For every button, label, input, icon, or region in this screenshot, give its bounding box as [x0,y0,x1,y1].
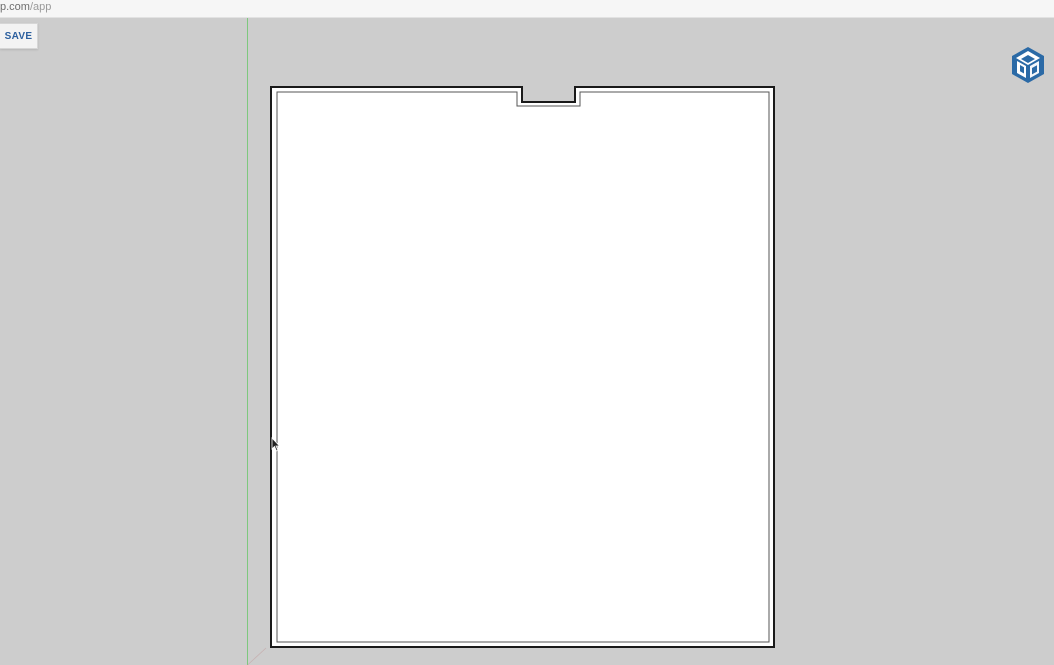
address-bar[interactable]: p.com/app ( [0,0,1054,18]
save-button[interactable]: SAVE [0,23,38,49]
url-path: /app [29,1,52,13]
floor-plan-inner-wall[interactable] [276,91,770,643]
url-text[interactable]: p.com/app [0,1,51,13]
red-axis-line [247,647,267,665]
mouse-cursor-icon [271,437,281,452]
url-domain: p.com [0,1,30,13]
save-button-label: SAVE [4,30,33,42]
model-scene[interactable] [0,18,1054,665]
modeling-viewport[interactable]: SAVE [0,18,1054,665]
sketchup-logo-icon[interactable] [1009,45,1047,85]
